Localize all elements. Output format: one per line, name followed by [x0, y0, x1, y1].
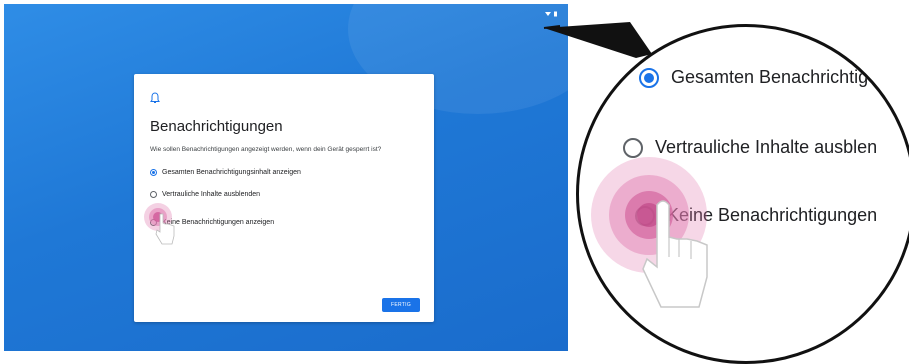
option-label: Gesamten Benachrichtig [671, 67, 869, 87]
tablet-screen: Benachrichtigungen Wie sollen Benachrich… [4, 4, 568, 351]
option-hide-sensitive[interactable]: Vertrauliche Inhalte ausblenden [150, 191, 260, 198]
touch-indicator-icon [144, 203, 175, 245]
radio-selected-icon[interactable] [150, 169, 157, 176]
dialog-subtitle: Wie sollen Benachrichtigungen angezeigt … [150, 146, 382, 153]
done-button[interactable]: FERTIG [382, 298, 420, 312]
notifications-dialog: Benachrichtigungen Wie sollen Benachrich… [134, 74, 434, 322]
option-label: Vertrauliche Inhalte ausblen [655, 137, 878, 157]
option-label: Vertrauliche Inhalte ausblenden [162, 191, 261, 198]
magnifier-circle: Gesamten Benachrichtig Vertrauliche Inha… [576, 24, 909, 364]
zoom-option-hide-sensitive: Vertrauliche Inhalte ausblen [623, 137, 877, 158]
option-show-all[interactable]: Gesamten Benachrichtigungsinhalt anzeige… [150, 169, 301, 176]
bell-icon [150, 92, 160, 103]
dialog-title: Benachrichtigungen [150, 118, 283, 135]
radio-unselected-icon[interactable] [150, 191, 157, 198]
option-label: Gesamten Benachrichtigungsinhalt anzeige… [162, 169, 301, 176]
radio-unselected-icon [623, 137, 643, 158]
magnified-view: Gesamten Benachrichtig Vertrauliche Inha… [540, 0, 909, 364]
radio-selected-icon [639, 67, 659, 88]
touch-indicator-icon [591, 157, 708, 308]
zoom-option-show-all: Gesamten Benachrichtig [639, 67, 868, 88]
